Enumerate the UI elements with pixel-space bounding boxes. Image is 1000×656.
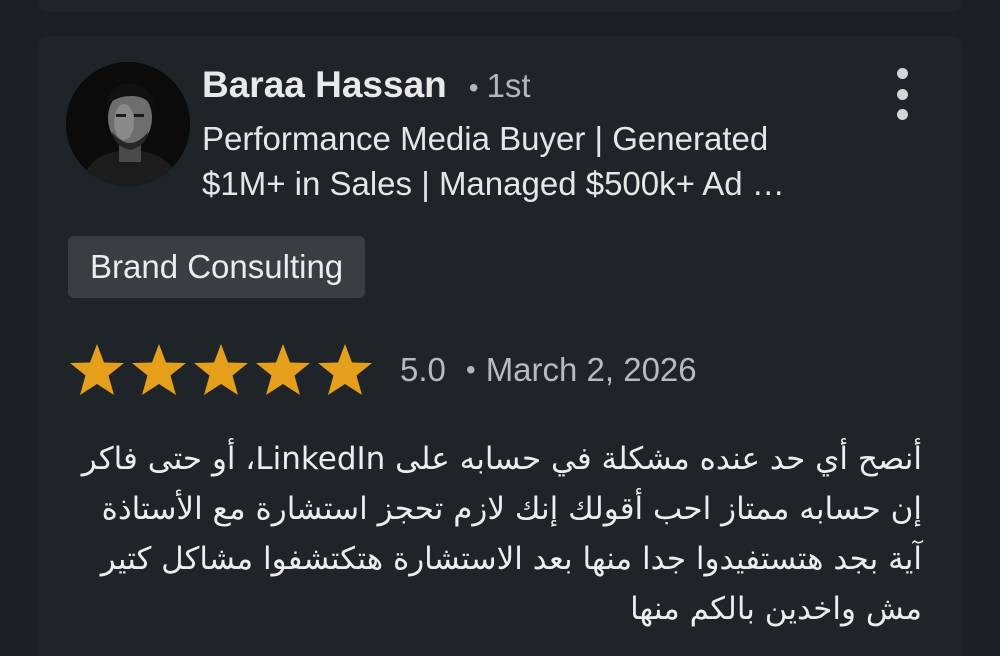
rating-row: 5.0 • March 2, 2026	[68, 340, 697, 400]
more-options-button[interactable]	[886, 64, 918, 124]
star-rating	[68, 342, 378, 398]
reviewer-name-row: Baraa Hassan • 1st	[202, 64, 531, 106]
star-icon	[68, 342, 126, 398]
star-icon	[192, 342, 250, 398]
more-vertical-icon	[896, 68, 908, 79]
review-text: أنصح أي حد عنده مشكلة في حسابه على Linke…	[81, 441, 922, 627]
reviewer-headline: Performance Media Buyer | Generated $1M+…	[202, 120, 785, 202]
previous-review-card	[38, 0, 962, 12]
profile-photo	[66, 62, 190, 186]
review-date: March 2, 2026	[485, 351, 697, 388]
star-icon	[254, 342, 312, 398]
rating-score: 5.0	[400, 351, 446, 388]
separator-dot: •	[465, 354, 476, 385]
connection-degree: 1st	[486, 67, 531, 104]
reviewer-name[interactable]: Baraa Hassan	[202, 64, 447, 106]
avatar[interactable]	[66, 62, 190, 186]
star-icon	[316, 342, 374, 398]
page: Baraa Hassan • 1st Performance Media Buy…	[0, 0, 1000, 656]
separator-dot: •	[468, 72, 479, 103]
review-card: Baraa Hassan • 1st Performance Media Buy…	[38, 36, 962, 656]
star-icon	[130, 342, 188, 398]
service-tag: Brand Consulting	[68, 236, 366, 298]
